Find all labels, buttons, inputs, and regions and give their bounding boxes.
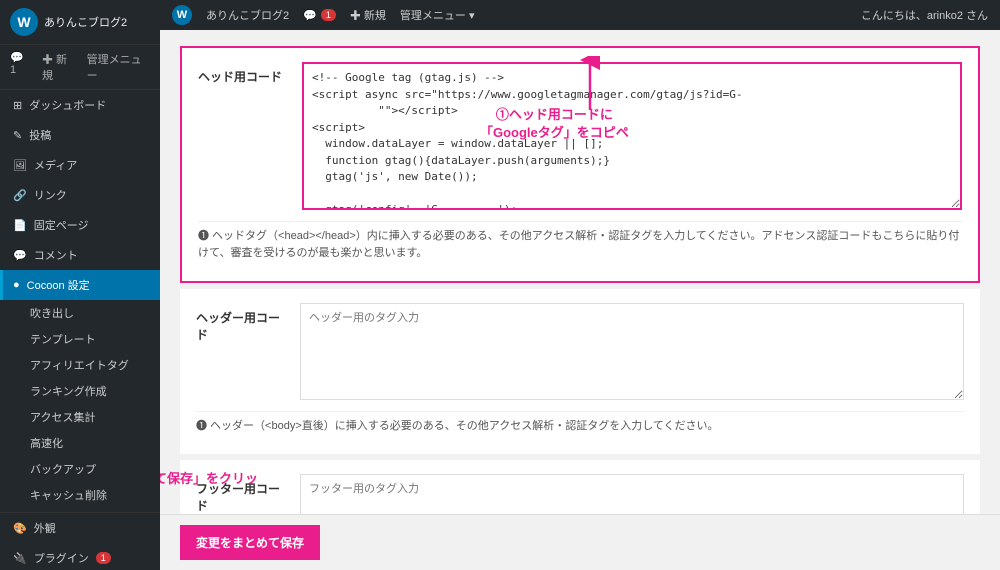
header-code-hint: ❶ ヘッダー（<body>直後）に挿入する必要のある、その他アクセス解析・認証タ… — [196, 411, 964, 441]
comment-badge: 1 — [321, 9, 336, 21]
head-code-textarea[interactable]: <!-- Google tag (gtag.js) --> <script as… — [302, 62, 962, 210]
sidebar-item-cache[interactable]: キャッシュ削除 — [20, 482, 160, 508]
site-name: ありんこブログ2 — [44, 14, 127, 30]
header-code-label: ヘッダー用コード — [196, 303, 286, 343]
footer-code-row: フッター用コード — [196, 474, 964, 514]
sidebar-item-posts[interactable]: ✎ 投稿 — [0, 120, 160, 150]
sidebar-item-media[interactable]: 🖼 メディア — [0, 150, 160, 180]
content-wrapper: ①ヘッド用コードに「Googleタグ」をコピペ ヘッド用コード <!-- Goo… — [180, 46, 980, 514]
sidebar-item-pages[interactable]: 📄 固定ページ — [0, 210, 160, 240]
sidebar-item-comments[interactable]: 💬 コメント — [0, 240, 160, 270]
sidebar-item-appearance[interactable]: 🎨 外観 — [0, 513, 160, 543]
comment-count[interactable]: 💬 1 — [10, 51, 32, 83]
plugins-badge: 1 — [96, 552, 111, 564]
admin-bar: W ありんこブログ2 💬 1 ✚ 新規 管理メニュー ▾ こんにちは、arink… — [160, 0, 1000, 30]
sidebar-item-backup[interactable]: バックアップ — [20, 456, 160, 482]
sidebar-item-affiliate[interactable]: アフィリエイトタグ — [20, 352, 160, 378]
wp-logo: W — [10, 8, 38, 36]
media-icon: 🖼 — [13, 159, 27, 172]
admin-bar-user: こんにちは、arinko2 さん — [861, 7, 988, 23]
footer-section-wrapper: ②「変更をまとめて保存」をクリック フッター用コード — [180, 460, 980, 514]
pages-icon: 📄 — [13, 219, 27, 232]
sidebar-item-balloon[interactable]: 吹き出し — [20, 300, 160, 326]
footer-code-label: フッター用コード — [196, 474, 286, 514]
head-code-field: <!-- Google tag (gtag.js) --> <script as… — [302, 62, 962, 213]
footer-code-textarea[interactable] — [300, 474, 964, 514]
posts-icon: ✎ — [13, 129, 22, 142]
header-code-row: ヘッダー用コード — [196, 303, 964, 403]
cocoon-icon: ● — [13, 279, 20, 291]
head-code-hint: ❶ ヘッドタグ（<head></head>）内に挿入する必要のある、その他アクセ… — [198, 221, 962, 267]
sidebar-item-template[interactable]: テンプレート — [20, 326, 160, 352]
links-icon: 🔗 — [13, 189, 27, 202]
top-bar-items: 💬 1 ✚ 新規 管理メニュー — [0, 45, 160, 90]
admin-bar-left: W ありんこブログ2 💬 1 ✚ 新規 管理メニュー ▾ — [172, 5, 474, 25]
cocoon-submenu: 吹き出し テンプレート アフィリエイトタグ ランキング作成 アクセス集計 高速化… — [0, 300, 160, 508]
head-code-label: ヘッド用コード — [198, 62, 288, 85]
new-post[interactable]: ✚ 新規 — [42, 51, 77, 83]
appearance-icon: 🎨 — [13, 522, 27, 535]
sidebar-header: W ありんこブログ2 — [0, 0, 160, 45]
footer-bar: 変更をまとめて保存 — [160, 514, 1000, 570]
dashboard-icon: ⊞ — [13, 99, 22, 112]
footer-code-section: フッター用コード ❶ フッター（</body>直後）に挿入する必要のある、その他… — [180, 460, 980, 514]
main-content: ①ヘッド用コードに「Googleタグ」をコピペ ヘッド用コード <!-- Goo… — [160, 30, 1000, 514]
admin-menu[interactable]: 管理メニュー — [87, 51, 150, 83]
sidebar-item-cocoon[interactable]: ● Cocoon 設定 — [0, 270, 160, 300]
admin-bar-menu[interactable]: 管理メニュー ▾ — [400, 7, 475, 23]
save-button[interactable]: 変更をまとめて保存 — [180, 525, 320, 560]
admin-bar-comments[interactable]: 💬 1 — [303, 9, 336, 22]
sidebar-item-access[interactable]: アクセス集計 — [20, 404, 160, 430]
plugins-icon: 🔌 — [13, 552, 27, 565]
wp-logo-small: W — [172, 5, 192, 25]
sidebar-item-dashboard[interactable]: ⊞ ダッシュボード — [0, 90, 160, 120]
head-code-row: ヘッド用コード <!-- Google tag (gtag.js) --> <s… — [198, 62, 962, 213]
comments-icon: 💬 — [13, 249, 27, 262]
sidebar-menu: ⊞ ダッシュボード ✎ 投稿 🖼 メディア 🔗 リンク 📄 固定ページ 💬 コメ… — [0, 90, 160, 570]
sidebar-item-plugins[interactable]: 🔌 プラグイン 1 — [0, 543, 160, 570]
header-code-textarea[interactable] — [300, 303, 964, 400]
header-code-field — [300, 303, 964, 403]
head-code-section: ヘッド用コード <!-- Google tag (gtag.js) --> <s… — [180, 46, 980, 283]
sidebar-item-ranking[interactable]: ランキング作成 — [20, 378, 160, 404]
admin-bar-logo[interactable]: W — [172, 5, 192, 25]
header-code-section: ヘッダー用コード ❶ ヘッダー（<body>直後）に挿入する必要のある、その他ア… — [180, 289, 980, 454]
footer-code-field — [300, 474, 964, 514]
sidebar-item-links[interactable]: 🔗 リンク — [0, 180, 160, 210]
sidebar-item-speedup[interactable]: 高速化 — [20, 430, 160, 456]
admin-bar-new[interactable]: ✚ 新規 — [350, 7, 386, 23]
admin-bar-sitename[interactable]: ありんこブログ2 — [206, 7, 289, 23]
